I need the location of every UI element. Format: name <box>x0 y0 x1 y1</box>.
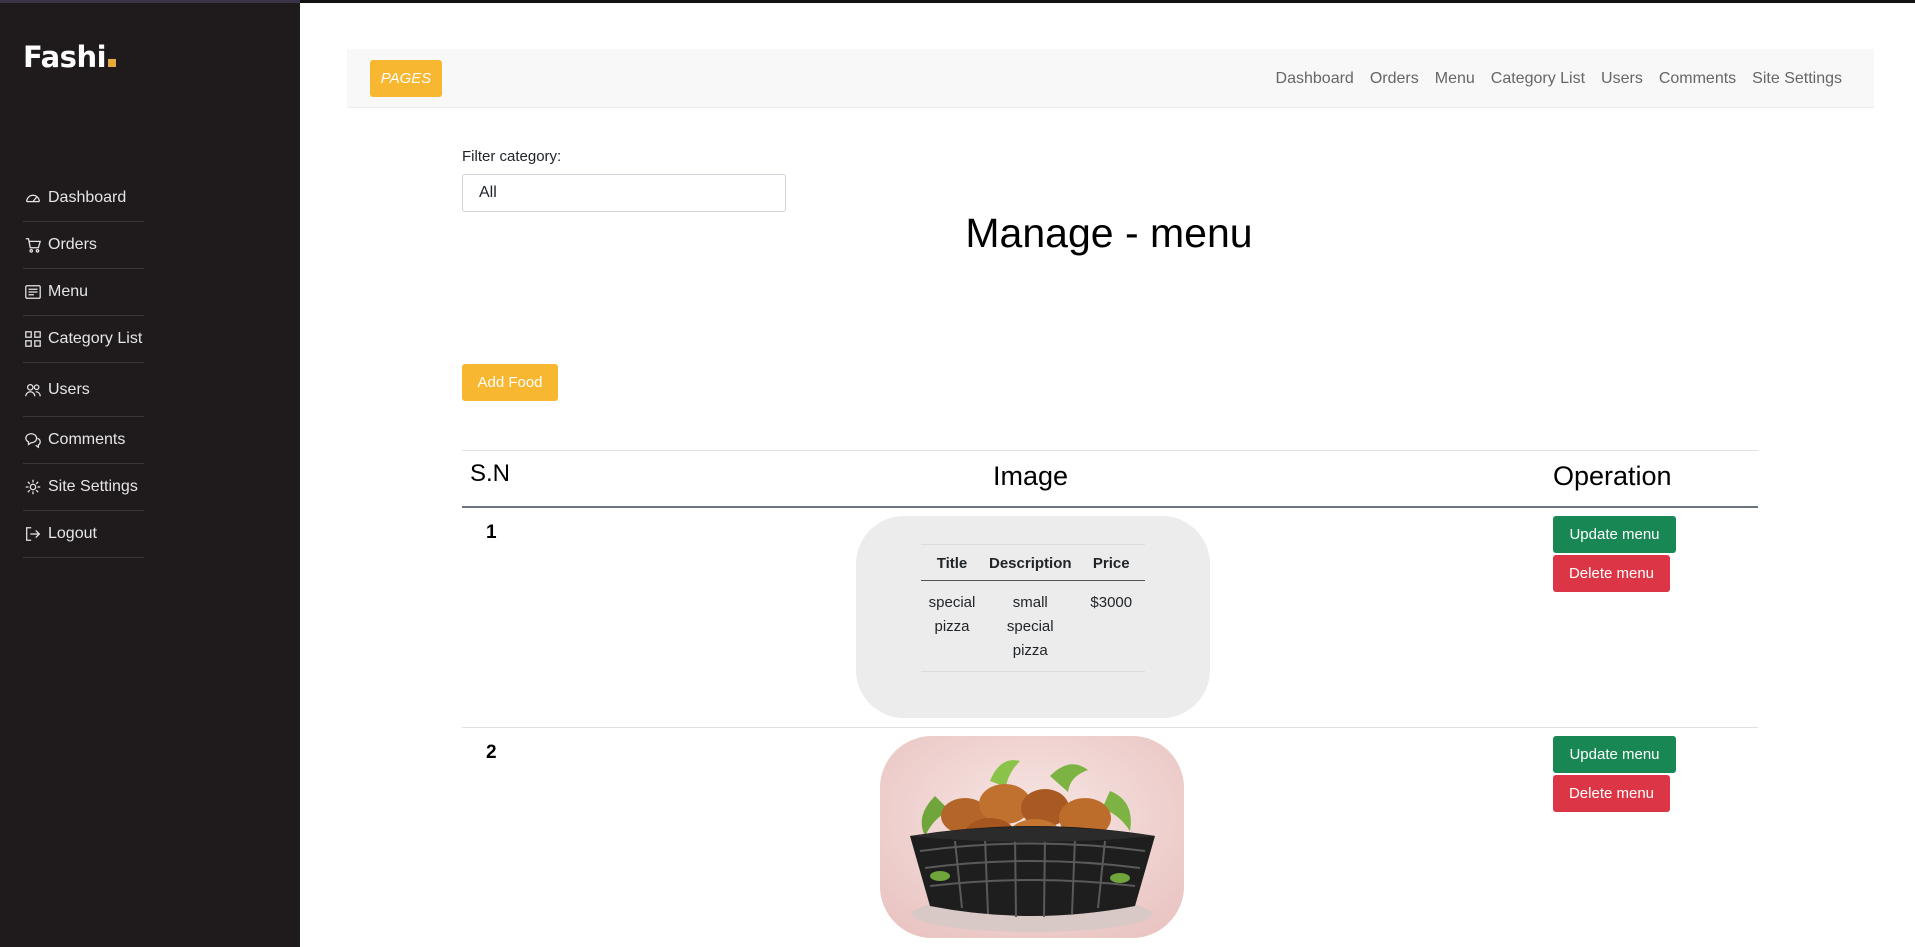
sidebar-item-label: Logout <box>48 525 97 542</box>
delete-menu-button[interactable]: Delete menu <box>1553 775 1670 812</box>
sidebar-item-label: Comments <box>48 431 126 448</box>
sidebar-item-label: Users <box>48 380 90 398</box>
sidebar-item-label: Dashboard <box>48 189 127 206</box>
chat-icon <box>23 430 43 450</box>
add-food-button[interactable]: Add Food <box>462 364 558 401</box>
pages-button[interactable]: PAGES <box>370 60 442 97</box>
menu-item-card: Title Description Price special pizza sm… <box>856 516 1210 718</box>
sidebar-item-logout[interactable]: Logout <box>23 511 144 558</box>
sidebar-item-menu[interactable]: Menu <box>23 269 144 316</box>
table-row: 1 Title Description Price special pizza … <box>462 508 1758 728</box>
food-image <box>880 736 1184 938</box>
update-menu-button[interactable]: Update menu <box>1553 516 1676 553</box>
top-navbar: PAGES Dashboard Orders Menu Category Lis… <box>347 49 1874 108</box>
sidebar-item-label: Site Settings <box>48 478 138 495</box>
fried-chicken-basket-photo <box>880 736 1184 938</box>
brand-logo[interactable]: Fashi <box>23 40 117 74</box>
header-sn: S.N <box>470 460 511 487</box>
speedometer-icon <box>23 188 43 208</box>
sidebar-item-users[interactable]: Users <box>23 363 144 417</box>
top-link-dashboard[interactable]: Dashboard <box>1276 70 1354 88</box>
header-image: Image <box>993 461 1069 491</box>
grid-icon <box>23 329 43 349</box>
inner-header-title: Title <box>921 544 983 581</box>
table-row: 2 Update menu Delete menu <box>462 728 1758 943</box>
top-border <box>0 0 1915 3</box>
item-price: $3000 <box>1077 580 1145 672</box>
top-link-site-settings[interactable]: Site Settings <box>1752 70 1842 88</box>
top-link-users[interactable]: Users <box>1601 70 1643 88</box>
menu-table: S.N Image Operation 1 Title Description … <box>462 450 1758 943</box>
delete-menu-button[interactable]: Delete menu <box>1553 555 1670 592</box>
top-link-menu[interactable]: Menu <box>1435 70 1475 88</box>
row-serial: 1 <box>486 522 497 543</box>
sidebar-item-label: Category List <box>48 330 143 347</box>
table-header: S.N Image Operation <box>462 450 1758 508</box>
inner-header-price: Price <box>1077 544 1145 581</box>
item-title: special pizza <box>921 580 983 672</box>
menu-card-icon <box>23 282 43 302</box>
item-description: small special pizza <box>983 580 1078 672</box>
row-operations: Update menu Delete menu <box>1553 516 1676 592</box>
gear-icon <box>23 477 43 497</box>
update-menu-button[interactable]: Update menu <box>1553 736 1676 773</box>
top-link-orders[interactable]: Orders <box>1370 70 1419 88</box>
filter-category-label: Filter category: <box>462 148 562 165</box>
sidebar-item-comments[interactable]: Comments <box>23 417 144 464</box>
inner-header-description: Description <box>983 544 1078 581</box>
sidebar-item-site-settings[interactable]: Site Settings <box>23 464 144 511</box>
filter-category-select[interactable]: All <box>462 174 786 212</box>
row-serial: 2 <box>486 742 497 763</box>
sidebar-item-label: Menu <box>48 283 89 300</box>
menu-item-details: Title Description Price special pizza sm… <box>921 544 1145 672</box>
header-operation: Operation <box>1553 461 1672 491</box>
users-icon <box>23 380 43 400</box>
top-nav-links: Dashboard Orders Menu Category List User… <box>1276 49 1842 108</box>
page-title: Manage - menu <box>965 210 1253 256</box>
sidebar-item-category-list[interactable]: Category List <box>23 316 144 363</box>
top-link-category-list[interactable]: Category List <box>1491 70 1585 88</box>
top-link-comments[interactable]: Comments <box>1659 70 1736 88</box>
row-operations: Update menu Delete menu <box>1553 736 1676 812</box>
sidebar: Fashi Dashboard Orders Menu Category Lis… <box>0 0 300 947</box>
logout-icon <box>23 524 43 544</box>
